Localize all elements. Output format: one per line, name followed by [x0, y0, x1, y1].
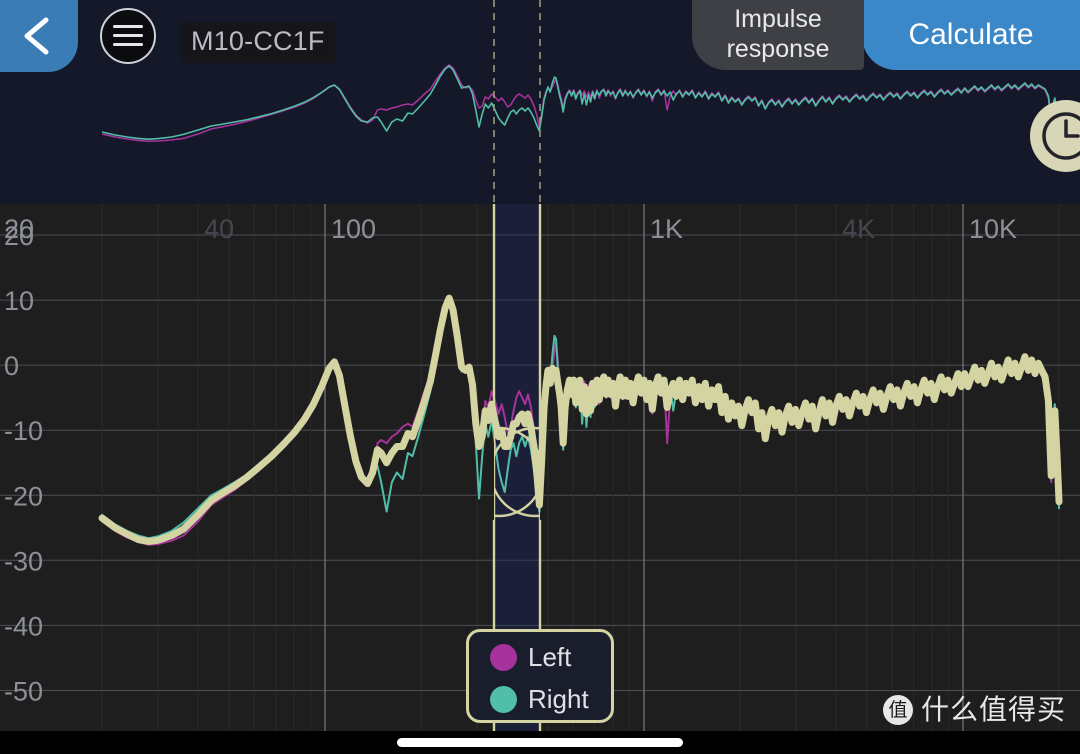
- clock-button[interactable]: [1030, 100, 1080, 172]
- legend-dot-right: [490, 686, 517, 713]
- legend-dot-left: [490, 644, 517, 671]
- x-tick-label: 4K: [842, 214, 875, 244]
- back-button[interactable]: [0, 0, 78, 72]
- legend-item-left: Left: [469, 636, 611, 678]
- x-tick-label: 40: [204, 214, 234, 244]
- legend: Left Right: [466, 629, 614, 723]
- hamburger-menu-icon-line3: [113, 43, 143, 46]
- legend-label-right: Right: [528, 684, 589, 714]
- overview-series-left: [101, 64, 1060, 142]
- x-tick-label: 100: [331, 214, 376, 244]
- legend-item-right: Right: [469, 678, 611, 720]
- y-tick-label: 20: [4, 221, 34, 251]
- hamburger-menu-icon: [113, 25, 143, 28]
- impulse-response-button[interactable]: Impulse response: [692, 0, 864, 70]
- x-tick-label: 1K: [650, 214, 683, 244]
- overview-series-right: [101, 65, 1060, 140]
- clock-icon: [1042, 112, 1080, 160]
- y-tick-label: 0: [4, 351, 19, 381]
- legend-label-left: Left: [528, 642, 572, 672]
- x-tick-label: 10K: [969, 214, 1017, 244]
- home-bar-area: [0, 731, 1080, 754]
- y-tick-label: -10: [4, 416, 43, 446]
- watermark-badge-icon: 值: [882, 695, 913, 725]
- home-indicator[interactable]: [397, 738, 683, 747]
- hamburger-menu-icon-line2: [113, 34, 143, 37]
- menu-button[interactable]: [100, 8, 156, 64]
- watermark: 值 什么值得买: [882, 693, 1066, 726]
- impulse-response-label-line1: Impulse: [734, 5, 822, 33]
- handle-mask-left: [0, 424, 494, 520]
- chevron-left-icon: [24, 17, 49, 55]
- calculate-button[interactable]: Calculate: [862, 0, 1080, 70]
- watermark-text: 什么值得买: [920, 693, 1066, 726]
- y-tick-label: 10: [4, 286, 34, 316]
- y-tick-label: -30: [4, 546, 43, 576]
- y-tick-label: -50: [4, 677, 43, 707]
- y-tick-label: -40: [4, 611, 43, 641]
- measurement-name-label: M10-CC1F: [181, 22, 335, 63]
- y-tick-label: -20: [4, 481, 43, 511]
- handle-mask-right: [540, 424, 1080, 520]
- app-root: M10-CC1F Impulse response Calculate 20 40…: [0, 0, 1080, 754]
- impulse-response-label-line2: response: [726, 35, 830, 63]
